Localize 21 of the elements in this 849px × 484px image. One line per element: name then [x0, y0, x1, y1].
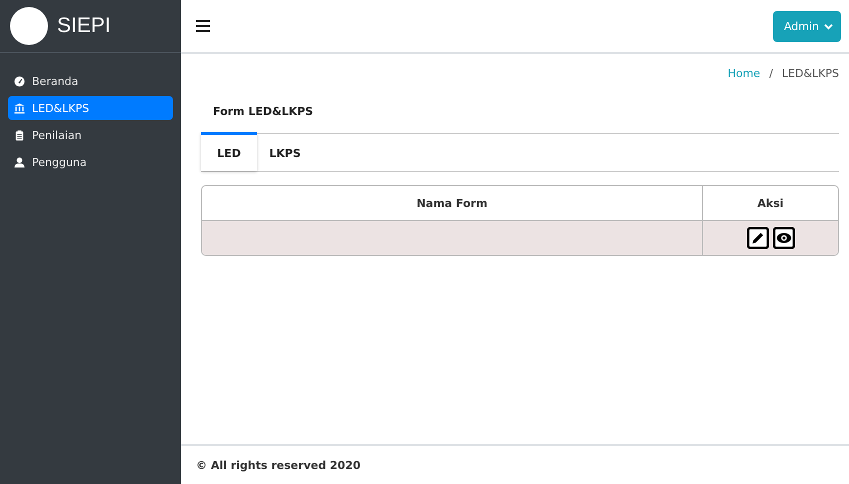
bank-icon — [14, 102, 25, 114]
caret-icon — [824, 22, 833, 30]
breadcrumb-current: LED&LKPS — [782, 67, 839, 80]
column-header: Aksi — [756, 196, 785, 212]
view-button[interactable] — [772, 227, 794, 249]
tab[interactable]: LKPS — [257, 132, 313, 171]
menu-icon[interactable] — [196, 20, 210, 32]
footer-text: © All rights reserved 2020 — [196, 458, 361, 472]
card-title: Form LED&LKPS — [212, 105, 314, 120]
sidebar-item[interactable]: Penilaian — [8, 123, 173, 147]
user-icon — [14, 156, 25, 168]
edit-button[interactable] — [746, 227, 768, 249]
sidebar-item[interactable]: Beranda — [8, 69, 173, 93]
clipboard-icon — [14, 130, 25, 140]
sidebar-item[interactable]: Pengguna — [8, 150, 173, 174]
sidebar-item[interactable]: LED&LKPS — [8, 96, 173, 120]
breadcrumb-separator: / — [769, 67, 773, 80]
tab[interactable]: LED — [201, 132, 257, 171]
gauge-icon — [14, 76, 25, 86]
logo-circle-icon — [10, 7, 48, 45]
brand-name[interactable]: SIEPI — [57, 14, 111, 38]
